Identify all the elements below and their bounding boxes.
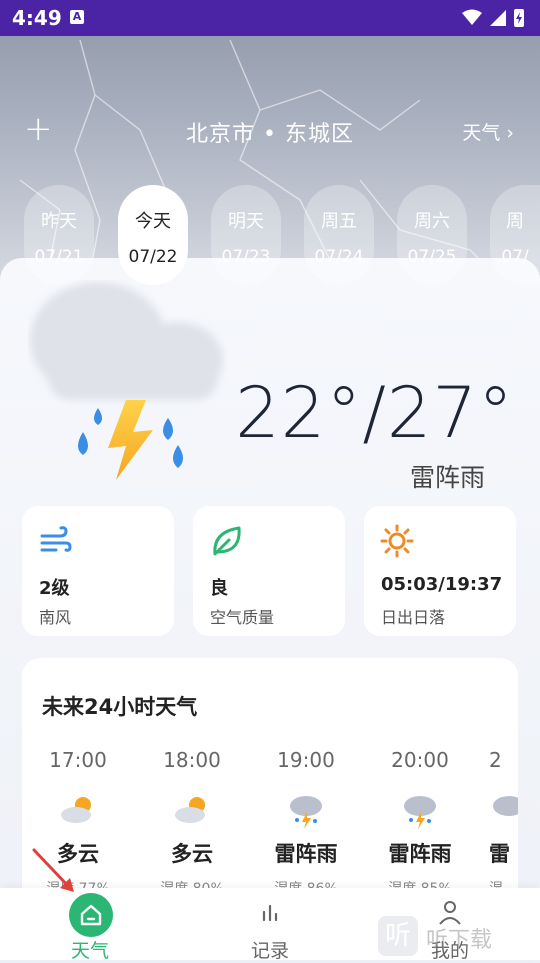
- day-name: 周五: [321, 211, 357, 232]
- tab-label: 记录: [250, 940, 289, 962]
- wind-direction: 南风: [39, 608, 72, 627]
- city-title[interactable]: 北京市 • 东城区: [0, 116, 540, 148]
- day-date: 07/21: [34, 247, 84, 267]
- pointer-arrow-icon: [32, 848, 74, 892]
- thunderstorm-icon: [493, 796, 518, 816]
- day-tab-sunday[interactable]: 周 07/: [490, 185, 540, 285]
- chart-icon: [262, 904, 278, 922]
- day-date: 07/22: [128, 247, 178, 267]
- day-tab-today[interactable]: 今天 07/22: [118, 185, 188, 285]
- hour-condition: 雷阵雨: [388, 842, 452, 866]
- day-name: 周: [506, 211, 524, 232]
- air-quality-value: 良: [210, 578, 228, 599]
- hourly-item[interactable]: 20:00 雷阵雨 湿度 85%: [375, 748, 465, 898]
- top-bar: + 北京市 • 东城区 天气 ›: [0, 108, 540, 154]
- sunrise-card[interactable]: 05:03/19:37 日出日落: [364, 506, 516, 636]
- leaf-icon: [213, 526, 241, 556]
- day-tab-friday[interactable]: 周五 07/24: [304, 185, 374, 285]
- hourly-forecast: 未来24小时天气 17:00 多云 湿度 77% 18:00 多云 湿度 80%…: [22, 658, 518, 918]
- status-bar: 4:49 A: [0, 0, 540, 36]
- wifi-signal-battery-icon: [462, 9, 524, 27]
- tab-weather[interactable]: 天气: [30, 888, 150, 962]
- a-icon: A: [70, 10, 84, 24]
- day-name: 明天: [228, 211, 264, 232]
- hourly-item[interactable]: 19:00 雷阵雨 湿度 86%: [261, 748, 351, 898]
- tab-records[interactable]: 记录: [210, 888, 330, 962]
- air-quality-label: 空气质量: [210, 608, 275, 627]
- wind-level: 2级: [39, 578, 70, 599]
- hour-condition: 雷阵雨: [274, 842, 338, 866]
- hour-time: 20:00: [391, 748, 449, 772]
- hourly-item[interactable]: 2 雷 湿: [489, 748, 518, 898]
- hourly-title: 未来24小时天气: [42, 695, 198, 719]
- day-tab-saturday[interactable]: 周六 07/25: [397, 185, 467, 285]
- watermark-logo: 听: [378, 916, 418, 956]
- sunrise-sunset-label: 日出日落: [381, 608, 446, 627]
- sun-icon: [380, 524, 414, 558]
- day-name: 周六: [414, 211, 450, 232]
- status-time: 4:49: [12, 6, 62, 30]
- day-date: 07/25: [407, 247, 457, 267]
- hour-time: 17:00: [49, 748, 107, 772]
- thunderstorm-icon: [404, 796, 436, 829]
- hour-time: 19:00: [277, 748, 335, 772]
- thunderstorm-icon: [290, 796, 322, 829]
- hour-time: 2: [489, 748, 502, 772]
- wind-card[interactable]: 2级 南风: [22, 506, 174, 636]
- day-date: 07/24: [314, 247, 364, 267]
- current-condition: 雷阵雨: [409, 463, 485, 492]
- day-tab-yesterday[interactable]: 昨天 07/21: [24, 185, 94, 285]
- home-icon: [80, 904, 102, 926]
- hour-condition: 多云: [171, 842, 213, 866]
- day-selector: 昨天 07/21 今天 07/22 明天 07/23 周五 07/24 周六 0…: [0, 185, 540, 285]
- day-date: 07/23: [221, 247, 271, 267]
- status-icons: [460, 7, 530, 33]
- hour-time: 18:00: [163, 748, 221, 772]
- hour-condition: 雷: [489, 842, 510, 866]
- sunrise-sunset-time: 05:03/19:37: [381, 574, 503, 595]
- partly-cloudy-icon: [175, 797, 205, 823]
- day-date: 07/: [501, 247, 529, 267]
- tab-label: 天气: [70, 940, 109, 962]
- weather-link[interactable]: 天气 ›: [462, 118, 514, 145]
- current-temp: 22°/27°: [235, 372, 514, 454]
- hourly-item[interactable]: 18:00 多云 湿度 80%: [147, 748, 237, 898]
- thunderstorm-icon: [30, 282, 223, 480]
- day-name: 今天: [135, 211, 171, 232]
- watermark-text: 听下载: [426, 928, 493, 953]
- partly-cloudy-icon: [61, 797, 91, 823]
- day-tab-tomorrow[interactable]: 明天 07/23: [211, 185, 281, 285]
- watermark: 听 听下载: [370, 912, 540, 960]
- wind-icon: [40, 526, 72, 552]
- day-name: 昨天: [41, 211, 77, 232]
- air-quality-card[interactable]: 良 空气质量: [193, 506, 345, 636]
